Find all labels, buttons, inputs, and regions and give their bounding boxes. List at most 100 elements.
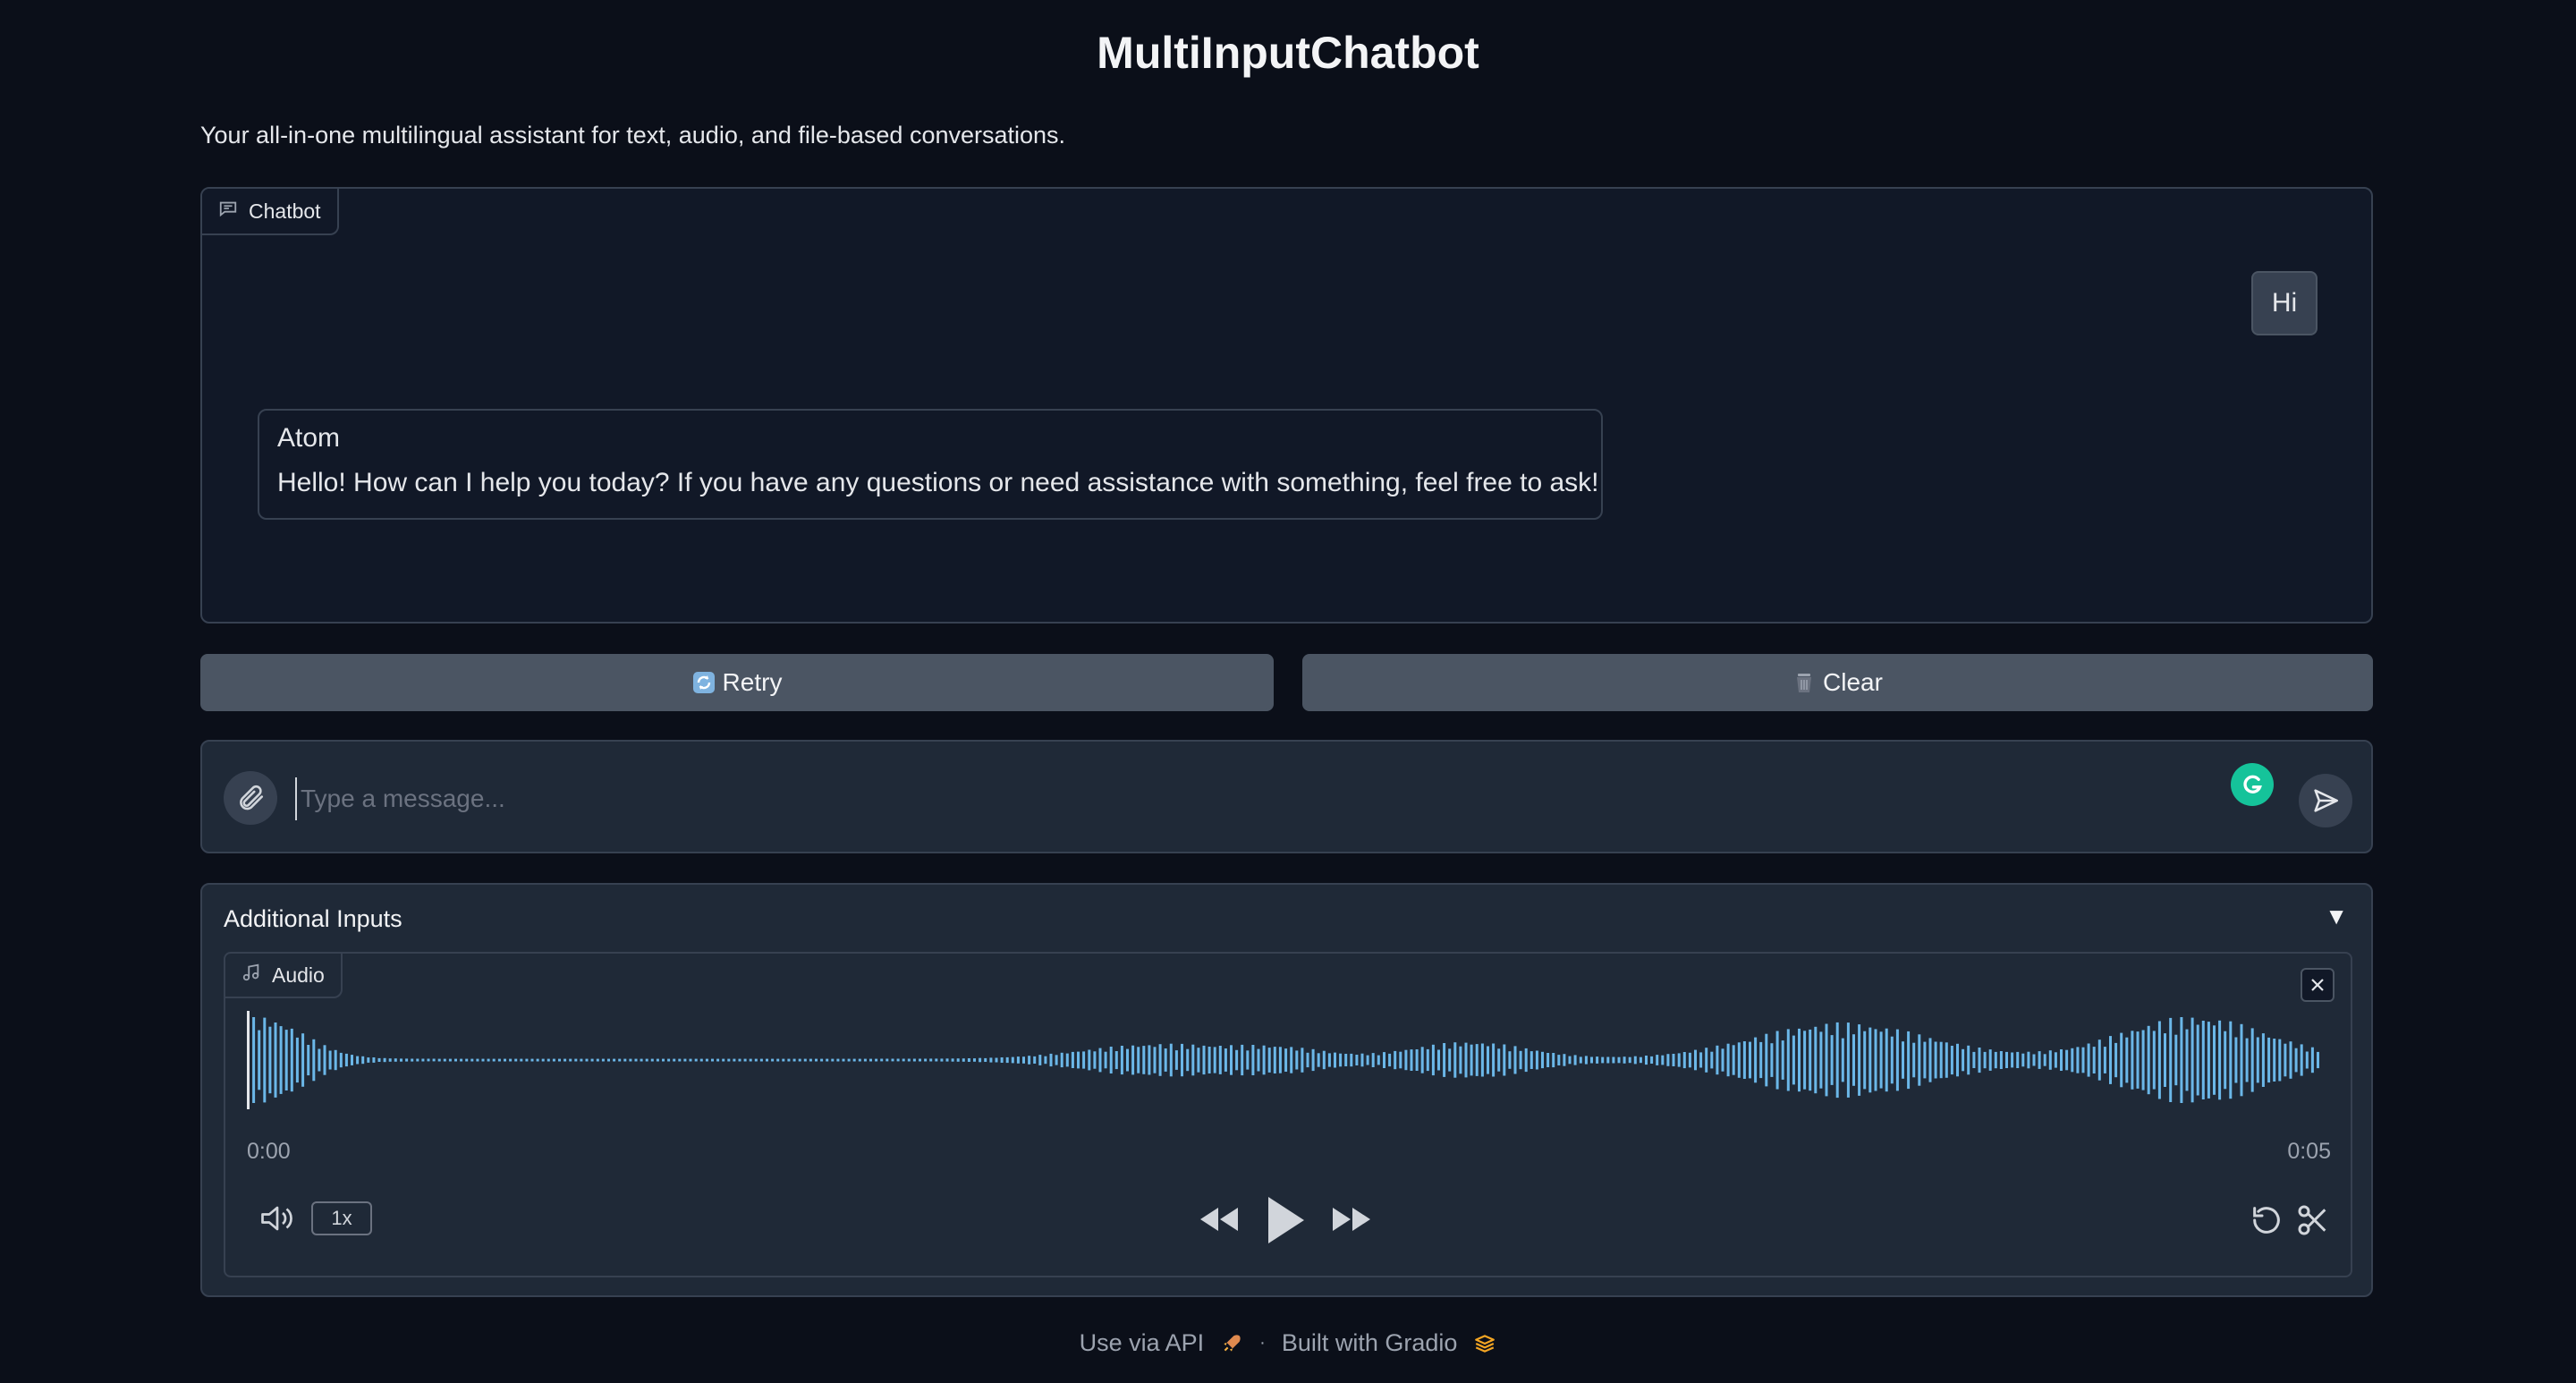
waveform-bar [2250,1028,2254,1092]
waveform-bar [1819,1031,1823,1089]
waveform-bar [1792,1035,1795,1085]
waveform-bar [465,1058,469,1062]
waveform-bar [831,1058,835,1062]
waveform-bar [1852,1034,1855,1086]
waveform-bar [334,1049,337,1071]
waveform-bar [782,1058,785,1062]
waveform-bar [492,1058,496,1062]
waveform-bar [1459,1046,1462,1074]
waveform-bar [504,1058,506,1062]
waveform-bar [2207,1022,2210,1099]
chat-icon [218,199,238,224]
waveform-bar [792,1058,796,1062]
audio-clear-button[interactable] [2301,968,2334,1002]
message-input[interactable] [295,777,2091,820]
waveform-bar [1327,1053,1331,1067]
waveform-bar [673,1058,676,1062]
waveform-bar [1879,1031,1883,1089]
send-icon [2310,785,2341,816]
waveform-bar [623,1058,627,1062]
waveform-bar [1443,1043,1446,1077]
volume-icon[interactable] [258,1202,297,1235]
waveform-bar [798,1058,801,1062]
rewind-icon[interactable] [1197,1204,1240,1235]
waveform-bar [1208,1047,1211,1073]
waveform-bar [274,1022,277,1098]
waveform-bar [1639,1056,1642,1064]
built-with-gradio-link[interactable]: Built with Gradio [1282,1329,1458,1357]
retry-label: Retry [722,668,783,696]
waveform-bar [1218,1046,1222,1074]
waveform-bar [558,1058,561,1062]
waveform-bar [460,1058,463,1062]
waveform-bar [1350,1053,1353,1067]
waveform-bar [1148,1045,1151,1075]
accordion-toggle-icon[interactable]: ▼ [2325,903,2348,930]
waveform-bar [2273,1039,2276,1082]
waveform-bar [432,1058,436,1062]
waveform-bar [1262,1045,1266,1075]
waveform-bar [629,1058,632,1062]
waveform-bar [344,1053,348,1067]
waveform-bar [1617,1056,1621,1064]
waveform-bar [1945,1042,1948,1078]
waveform-bar [530,1058,534,1062]
waveform-bar [1726,1043,1730,1077]
waveform-bar [2289,1041,2292,1079]
waveform-bar [607,1058,610,1062]
waveform-bar [2103,1047,2106,1073]
retry-button[interactable]: Retry [200,654,1274,711]
playback-speed-button[interactable]: 1x [311,1201,372,1235]
waveform-bar [416,1058,419,1062]
waveform-bar [258,1030,261,1090]
waveform-bar [1825,1023,1828,1097]
fast-forward-icon[interactable] [1331,1204,1374,1235]
waveform-bar [1890,1036,1894,1084]
undo-icon[interactable] [2249,1202,2284,1238]
waveform-bar [1508,1051,1512,1069]
waveform-bar [2027,1051,2030,1069]
waveform-bar [2317,1051,2319,1069]
waveform-bar [290,1028,293,1092]
waveform-bar [1415,1049,1419,1071]
waveform-bar [1902,1041,1904,1079]
waveform-bar [1437,1049,1440,1071]
waveform-bar [1371,1053,1375,1067]
waveform-bar [662,1058,665,1062]
waveform-bar [803,1058,807,1062]
waveform-bar [1650,1056,1654,1064]
waveform-bar [1907,1031,1911,1090]
audio-waveform[interactable] [247,1011,2322,1109]
audio-player: Audio 0:00 0:05 1x [224,952,2352,1277]
accordion-title[interactable]: Additional Inputs [224,905,402,933]
waveform-bar [372,1057,376,1063]
use-api-link[interactable]: Use via API [1080,1329,1205,1357]
waveform-bar [2097,1039,2101,1081]
play-button[interactable] [1265,1195,1306,1245]
waveform-bar [1775,1031,1779,1090]
send-button[interactable] [2299,774,2352,827]
waveform-bar [470,1058,474,1062]
waveform-bar [875,1058,878,1062]
waveform-bar [1306,1052,1309,1068]
waveform-bar [1464,1042,1468,1078]
close-icon [2309,976,2326,994]
attach-file-button[interactable] [224,771,277,825]
waveform-bar [1169,1043,1173,1077]
waveform-bar [1131,1045,1135,1075]
waveform-bar [1956,1043,1959,1077]
grammarly-icon[interactable] [2231,763,2274,806]
waveform-bar [1682,1052,1686,1069]
trim-scissors-icon[interactable] [2295,1202,2331,1238]
music-note-icon [242,963,261,988]
waveform-bar [705,1058,708,1062]
waveform-bar [328,1050,332,1070]
waveform-bar [2147,1025,2150,1095]
clear-button[interactable]: Clear [1302,654,2373,711]
waveform-bar [1863,1031,1867,1090]
waveform-bar [427,1058,430,1062]
waveform-bar [1334,1052,1336,1068]
waveform-bar [1366,1055,1369,1065]
waveform-bar [2141,1030,2145,1090]
waveform-bar [1563,1054,1566,1066]
